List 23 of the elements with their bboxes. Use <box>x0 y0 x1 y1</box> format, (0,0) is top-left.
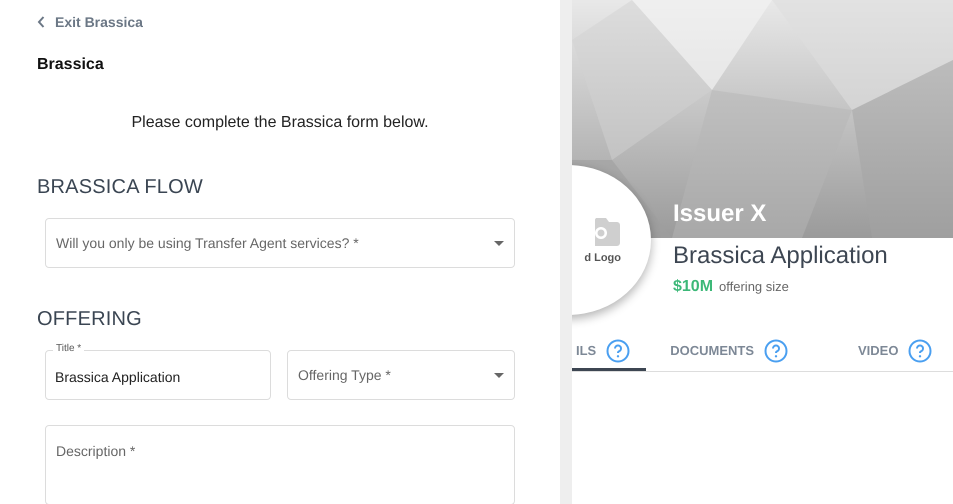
exit-link[interactable]: Exit Brassica <box>37 14 515 30</box>
help-icon[interactable] <box>606 338 630 362</box>
intro-text: Please complete the Brassica form below. <box>130 114 430 132</box>
issuer-name: Issuer X <box>673 200 766 228</box>
dropdown-caret-icon <box>494 372 504 378</box>
section-heading: BRASSICA FLOW <box>37 176 204 199</box>
tab[interactable]: VIDEO <box>834 333 953 371</box>
help-icon[interactable] <box>908 338 932 362</box>
help-icon[interactable] <box>764 338 788 362</box>
tab[interactable]: ILS <box>572 333 646 371</box>
offering-size-label: offering size <box>719 279 789 294</box>
back-chevron-icon <box>37 16 45 28</box>
application-title: Brassica Application <box>673 242 889 270</box>
title-input[interactable]: Title * Brassica Application <box>45 343 271 400</box>
camera-icon <box>595 216 621 246</box>
form-title: Brassica <box>37 56 105 74</box>
tab[interactable]: DOCUMENTS <box>646 333 812 371</box>
dropdown-caret-icon <box>494 240 504 246</box>
select-field[interactable]: Will you only be using Transfer Agent services? * <box>45 218 515 268</box>
section-heading: OFFERING <box>37 308 143 331</box>
select-field[interactable]: Offering Type * <box>287 350 515 400</box>
offering-amount: $10M <box>673 278 714 296</box>
description-field[interactable]: Description * <box>45 425 515 504</box>
